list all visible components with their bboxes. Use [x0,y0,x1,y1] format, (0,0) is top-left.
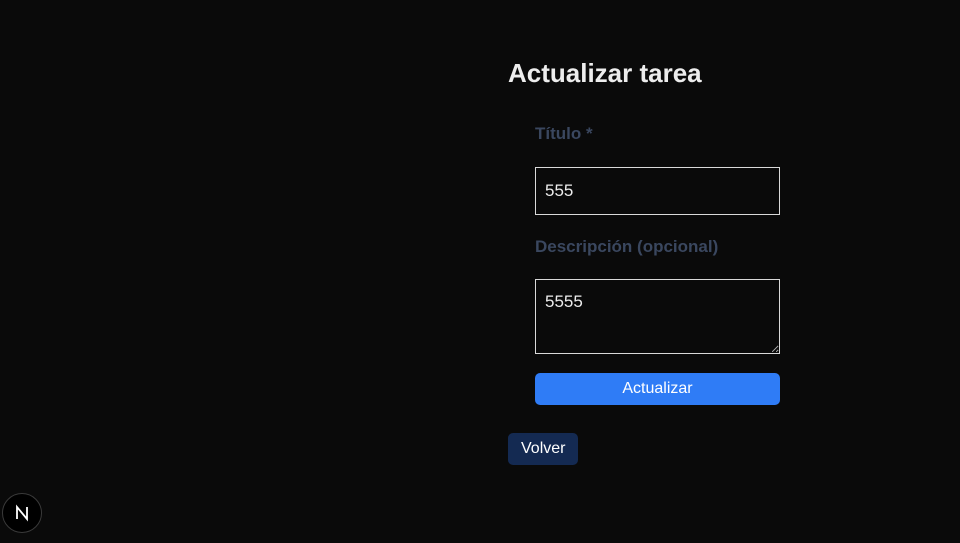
title-label: Título * [535,124,593,143]
title-input[interactable] [535,167,780,215]
description-textarea[interactable]: 5555 [535,279,780,354]
description-label: Descripción (opcional) [535,237,719,256]
update-button[interactable]: Actualizar [535,373,780,405]
back-button[interactable]: Volver [508,433,579,465]
page-title: Actualizar tarea [508,58,702,88]
nextjs-dev-indicator[interactable] [2,493,42,533]
update-task-form: Título * Descripción (opcional) 5555 Act… [535,120,780,405]
nextjs-logo-icon [16,504,28,522]
page: Actualizar tarea Título * Descripción (o… [0,0,960,543]
